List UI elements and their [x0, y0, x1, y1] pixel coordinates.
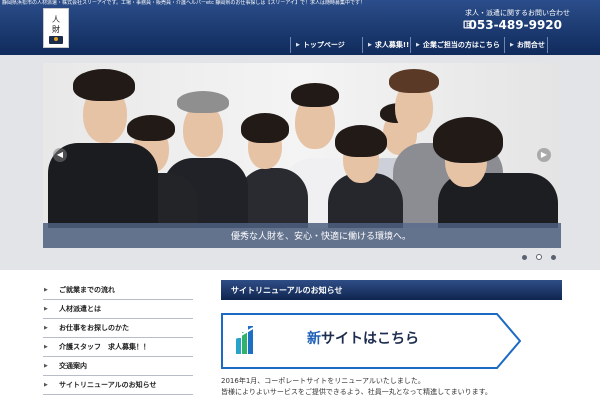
- sidebar-item-job-seekers[interactable]: ▶ お仕事をお探しのかた: [43, 319, 193, 338]
- chevron-right-icon: ▶: [44, 306, 48, 312]
- new-site-banner[interactable]: 新サイトはこちら: [221, 313, 521, 369]
- notice-body: 2016年1月、コーポレートサイトをリニューアルいたしました。 皆様によりよいサ…: [221, 376, 492, 398]
- logo-char-1: 人: [52, 15, 60, 24]
- chevron-right-icon: ▶: [510, 42, 514, 48]
- sidebar-item-flow[interactable]: ▶ ご就業までの流れ: [43, 281, 193, 300]
- banner-accent: 新: [307, 331, 321, 347]
- slider-dot-1[interactable]: [522, 255, 527, 260]
- banner-label: サイトはこちら: [321, 331, 419, 347]
- sidebar-menu: ▶ ご就業までの流れ ▶ 人材派遣とは ▶ お仕事をお探しのかた ▶ 介護スタッ…: [43, 281, 193, 395]
- nav-item-label: 求人募集!!: [374, 41, 410, 49]
- notice-line: 皆様によりよいサービスをご提供できるよう、社員一丸となって精進してまいります。: [221, 388, 492, 396]
- site-header: 静岡県浜松市の人材派遣・株式会社スリーアイです。工場・事務員・販売員・介護ヘルパ…: [0, 0, 600, 55]
- slider-dot-3[interactable]: [551, 255, 556, 260]
- chevron-right-icon: ▶: [44, 382, 48, 388]
- person-figure: [43, 63, 561, 228]
- nav-item-top[interactable]: ▶ トップページ: [290, 37, 362, 53]
- sidebar-item-label: 交通案内: [59, 362, 87, 370]
- hero-photo: [43, 63, 561, 228]
- slider-dot-2[interactable]: [536, 254, 542, 260]
- main-nav: ▶ トップページ ▶ 求人募集!! ▶ 企業ご担当の方はこちら ▶ お問合せ: [290, 37, 548, 53]
- nav-item-label: トップページ: [302, 41, 345, 49]
- nav-item-label: 企業ご担当の方はこちら: [422, 41, 500, 49]
- logo-mark-icon: [49, 36, 63, 44]
- sidebar-item-label: ご就業までの流れ: [59, 286, 115, 294]
- site-logo[interactable]: 人 財: [43, 8, 69, 48]
- chevron-right-icon: ▶: [44, 287, 48, 293]
- slider-caption-bar: 優秀な人財を、安心・快適に働ける環境へ。: [43, 223, 561, 248]
- site-logo-icon: [235, 326, 254, 354]
- chevron-right-icon: ▶: [44, 344, 48, 350]
- section-title: サイトリニューアルのお知らせ: [221, 280, 562, 300]
- slider-next-button[interactable]: ▶: [537, 148, 551, 162]
- chevron-right-icon: ▶: [44, 363, 48, 369]
- nav-item-corporate[interactable]: ▶ 企業ご担当の方はこちら: [410, 37, 504, 53]
- chevron-right-icon: ▶: [416, 42, 420, 48]
- slider-caption: 優秀な人財を、安心・快適に働ける環境へ。: [231, 232, 412, 242]
- chevron-right-icon: ▶: [44, 325, 48, 331]
- sidebar-item-care-staff[interactable]: ▶ 介護スタッフ 求人募集！！: [43, 338, 193, 357]
- chevron-right-icon: ▶: [368, 42, 372, 48]
- nav-item-recruit[interactable]: ▶ 求人募集!!: [362, 37, 410, 53]
- nav-item-label: お問合せ: [516, 41, 545, 49]
- banner-text: 新サイトはこちら: [307, 328, 419, 348]
- sidebar-item-label: サイトリニューアルのお知らせ: [59, 381, 157, 389]
- slider-dots: [522, 254, 556, 260]
- chevron-right-icon: ▶: [540, 150, 548, 159]
- sidebar-item-dispatch[interactable]: ▶ 人材派遣とは: [43, 300, 193, 319]
- notice-line: 2016年1月、コーポレートサイトをリニューアルいたしました。: [221, 377, 425, 385]
- sidebar-item-access[interactable]: ▶ 交通案内: [43, 357, 193, 376]
- sidebar-item-label: お仕事をお探しのかた: [59, 324, 129, 332]
- contact-label: 求人・派遣に関するお問い合わせ: [465, 9, 570, 17]
- sidebar-item-label: 人材派遣とは: [59, 305, 101, 313]
- chevron-right-icon: ▶: [296, 42, 300, 48]
- logo-char-2: 財: [52, 25, 60, 34]
- sidebar-item-renewal[interactable]: ▶ サイトリニューアルのお知らせ: [43, 376, 193, 395]
- nav-item-contact[interactable]: ▶ お問合せ: [504, 37, 548, 53]
- chevron-left-icon: ◀: [56, 150, 64, 159]
- slider-prev-button[interactable]: ◀: [53, 148, 67, 162]
- hero-slider: ◀ ▶ 優秀な人財を、安心・快適に働ける環境へ。: [43, 63, 561, 248]
- main-content: サイトリニューアルのお知らせ 新サイトはこちら 2016年1月、コーポレートサイ…: [221, 280, 562, 396]
- sidebar-item-label: 介護スタッフ 求人募集！！: [59, 343, 150, 351]
- header-tagline: 静岡県浜松市の人材派遣・株式会社スリーアイです。工場・事務員・販売員・介護ヘルパ…: [2, 0, 365, 6]
- contact-phone[interactable]: 053-489-9920: [469, 18, 562, 32]
